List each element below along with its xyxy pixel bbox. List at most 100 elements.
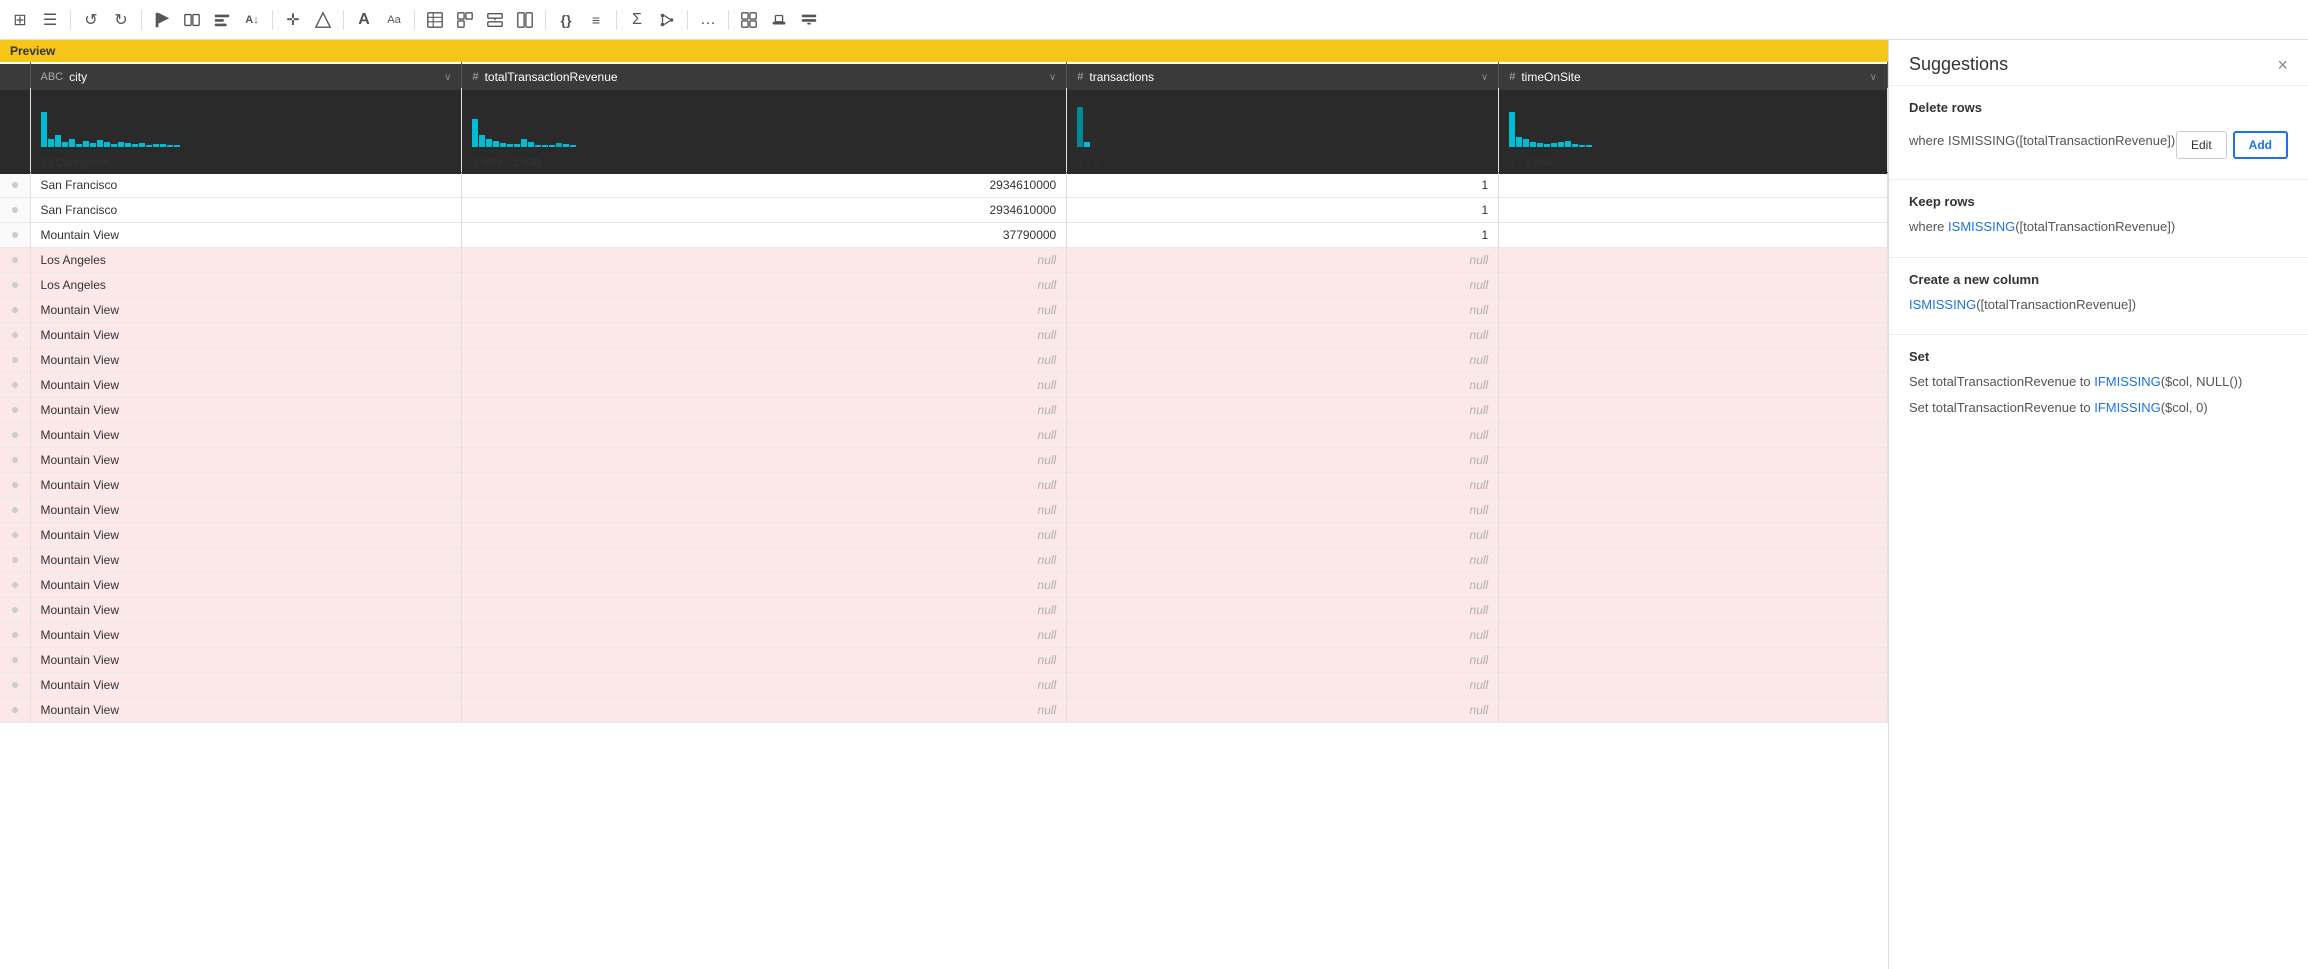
- cell-city: Mountain View: [30, 423, 462, 448]
- table-row: Los Angelesnullnull: [0, 273, 1888, 298]
- ifmissing-null-link[interactable]: IFMISSING: [2094, 374, 2160, 389]
- ismissing-keep-link[interactable]: ISMISSING: [1948, 219, 2015, 234]
- divider-4: [343, 10, 344, 30]
- undo-icon[interactable]: ↺: [79, 8, 103, 32]
- cell-revenue: null: [462, 548, 1067, 573]
- row-num: [0, 423, 30, 448]
- cell-timeonsite: [1499, 573, 1888, 598]
- table-row: Mountain Viewnullnull: [0, 423, 1888, 448]
- cell-city: Mountain View: [30, 473, 462, 498]
- row-num: [0, 248, 30, 273]
- table-icon[interactable]: [423, 8, 447, 32]
- ismissing-delete-link[interactable]: ISMISSING: [1948, 133, 2015, 148]
- move-icon[interactable]: ✛: [281, 8, 305, 32]
- toolbar: ⊞ ☰ ↺ ↻ A↓ ✛ A Aa {} ≡ Σ …: [0, 0, 2308, 40]
- row-num: [0, 523, 30, 548]
- cell-revenue: 2934610000: [462, 173, 1067, 198]
- row-num: [0, 448, 30, 473]
- cell-city: Mountain View: [30, 498, 462, 523]
- col-header-timeonsite[interactable]: # timeOnSite ∨: [1499, 64, 1888, 90]
- col-sort-timeonsite[interactable]: ∨: [1870, 72, 1877, 83]
- col-sort-city[interactable]: ∨: [444, 72, 451, 83]
- row-num: [0, 223, 30, 248]
- view-icon[interactable]: [737, 8, 761, 32]
- section-delete-rows: Delete rows where ISMISSING([totalTransa…: [1889, 86, 2308, 180]
- close-button[interactable]: ×: [2277, 56, 2288, 74]
- table-row: Mountain Viewnullnull: [0, 523, 1888, 548]
- table-row: Mountain Viewnullnull: [0, 323, 1888, 348]
- row-num: [0, 173, 30, 198]
- stamp-icon[interactable]: [767, 8, 791, 32]
- col-type-timeonsite: #: [1509, 71, 1515, 83]
- menu-icon[interactable]: ☰: [38, 8, 62, 32]
- split-col-icon[interactable]: [180, 8, 204, 32]
- cell-city: Los Angeles: [30, 248, 462, 273]
- divider-5: [414, 10, 415, 30]
- pivot-icon[interactable]: [453, 8, 477, 32]
- table-row: Mountain Viewnullnull: [0, 623, 1888, 648]
- set-title: Set: [1909, 349, 2288, 364]
- create-column-item: ISMISSING([totalTransactionRevenue]): [1909, 295, 2288, 315]
- stats-rownum: [0, 152, 30, 175]
- col-header-transactions[interactable]: # transactions ∨: [1067, 64, 1499, 90]
- row-num: [0, 198, 30, 223]
- table-body: San Francisco29346100001San Francisco293…: [0, 173, 1888, 723]
- cell-transactions: null: [1067, 673, 1499, 698]
- cell-timeonsite: [1499, 223, 1888, 248]
- data-area[interactable]: Preview ABC city ∨ # tota: [0, 40, 1888, 969]
- cell-revenue: null: [462, 373, 1067, 398]
- ifmissing-zero-link[interactable]: IFMISSING: [2094, 400, 2160, 415]
- table-row: Mountain Viewnullnull: [0, 673, 1888, 698]
- table-row: San Francisco29346100001: [0, 173, 1888, 198]
- sort-icon[interactable]: A↓: [240, 8, 264, 32]
- section-keep-rows: Keep rows where ISMISSING([totalTransact…: [1889, 180, 2308, 258]
- sigma-icon[interactable]: Σ: [625, 8, 649, 32]
- col-sort-transactions[interactable]: ∨: [1481, 72, 1488, 83]
- col-header-revenue[interactable]: # totalTransactionRevenue ∨: [462, 64, 1067, 90]
- cell-timeonsite: [1499, 398, 1888, 423]
- more-icon[interactable]: …: [696, 8, 720, 32]
- grid-icon[interactable]: ⊞: [8, 8, 32, 32]
- format-icon[interactable]: Aa: [382, 8, 406, 32]
- row-num: [0, 348, 30, 373]
- cell-revenue: null: [462, 448, 1067, 473]
- merge-rows-icon[interactable]: [483, 8, 507, 32]
- histogram-transactions: [1067, 90, 1499, 152]
- filter-icon[interactable]: ≡: [584, 8, 608, 32]
- arrange-col-icon[interactable]: [210, 8, 234, 32]
- col-sort-revenue[interactable]: ∨: [1049, 72, 1056, 83]
- redo-icon[interactable]: ↻: [109, 8, 133, 32]
- cell-transactions: null: [1067, 348, 1499, 373]
- cell-timeonsite: [1499, 273, 1888, 298]
- cell-timeonsite: [1499, 523, 1888, 548]
- table-row: Mountain Viewnullnull: [0, 498, 1888, 523]
- col-type-revenue: #: [472, 71, 478, 83]
- suggestions-title: Suggestions: [1909, 54, 2008, 75]
- branch-icon[interactable]: [655, 8, 679, 32]
- cell-city: Mountain View: [30, 648, 462, 673]
- layout-icon[interactable]: [797, 8, 821, 32]
- add-button[interactable]: Add: [2233, 131, 2288, 159]
- table-row: Mountain Viewnullnull: [0, 573, 1888, 598]
- col-header-city[interactable]: ABC city ∨: [30, 64, 462, 90]
- table-row: Mountain Viewnullnull: [0, 373, 1888, 398]
- col-label-transactions: transactions: [1089, 70, 1154, 84]
- cell-timeonsite: [1499, 248, 1888, 273]
- cell-revenue: null: [462, 648, 1067, 673]
- cell-revenue: null: [462, 698, 1067, 723]
- lookup-icon[interactable]: [513, 8, 537, 32]
- cell-city: Mountain View: [30, 448, 462, 473]
- cell-timeonsite: [1499, 673, 1888, 698]
- col-type-city: ABC: [41, 71, 64, 83]
- text-icon[interactable]: A: [352, 8, 376, 32]
- stats-city: 53 Categories: [30, 152, 462, 175]
- flag-icon[interactable]: [150, 8, 174, 32]
- transform-icon[interactable]: [311, 8, 335, 32]
- column-header-row: ABC city ∨ # totalTransactionRevenue ∨: [0, 64, 1888, 90]
- curly-icon[interactable]: {}: [554, 8, 578, 32]
- ismissing-create-link[interactable]: ISMISSING: [1909, 297, 1976, 312]
- row-num: [0, 598, 30, 623]
- cell-revenue: null: [462, 398, 1067, 423]
- row-num: [0, 498, 30, 523]
- edit-button[interactable]: Edit: [2176, 131, 2227, 159]
